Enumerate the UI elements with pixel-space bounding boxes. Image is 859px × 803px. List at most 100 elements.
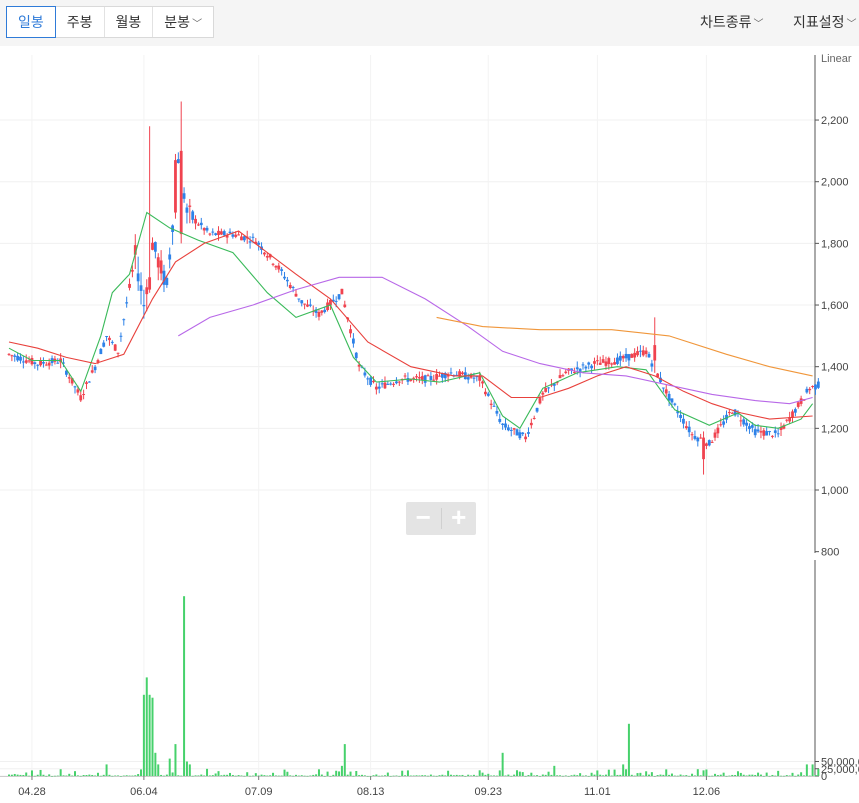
volume-bar: [754, 774, 757, 776]
chart-type-menu[interactable]: 차트종류 ﹀: [700, 12, 764, 32]
candle-body: [489, 403, 493, 405]
candle-body: [561, 375, 565, 377]
candle-body: [816, 381, 820, 388]
volume-bar: [527, 775, 530, 776]
candle-body: [102, 342, 106, 347]
volume-bar: [142, 694, 145, 776]
volume-bar: [151, 697, 154, 776]
candle-body: [317, 311, 321, 317]
volume-bar: [168, 758, 171, 776]
tab-monthly[interactable]: 월봉: [105, 7, 154, 37]
candle-body: [153, 242, 157, 252]
volume-bar: [648, 774, 651, 776]
candle-body: [593, 361, 596, 364]
indicator-settings-label: 지표설정: [793, 14, 845, 30]
volume-bar: [335, 770, 338, 776]
stock-chart[interactable]: Linear 2,200 2,000 1,800 1,600 1,400 1,200 1,0…: [0, 46, 859, 803]
indicator-settings-menu[interactable]: 지표설정 ﹀: [793, 12, 857, 32]
volume-bar: [665, 769, 668, 776]
zoom-out-button[interactable]: −: [406, 502, 441, 535]
tab-minute[interactable]: 분봉 ﹀: [153, 7, 213, 37]
candle-body: [377, 386, 381, 389]
candle-body: [291, 287, 295, 289]
volume-bar: [237, 775, 240, 776]
tab-weekly[interactable]: 주봉: [56, 7, 105, 37]
chevron-down-icon: ﹀: [846, 19, 857, 30]
candle-body: [27, 360, 31, 362]
candle-body: [627, 354, 631, 361]
zoom-in-button[interactable]: +: [441, 502, 476, 535]
candle-body: [521, 432, 525, 435]
volume-bar: [266, 775, 269, 777]
volume-bar: [117, 775, 120, 776]
candle-body: [639, 350, 642, 352]
volume-bar: [645, 771, 648, 776]
volume-bar: [742, 774, 745, 776]
candle-body: [47, 362, 51, 366]
volume-bar: [627, 723, 630, 776]
candle-body: [426, 375, 430, 377]
volume-bar: [688, 775, 691, 777]
volume-bar: [79, 775, 82, 777]
scale-mode-label[interactable]: Linear: [821, 53, 852, 65]
volume-bar: [326, 771, 329, 776]
candle-body: [423, 375, 427, 383]
volume-bar: [283, 769, 286, 776]
candle-body: [418, 377, 421, 379]
volume-bar: [56, 775, 59, 777]
candle-body: [633, 352, 637, 358]
volume-bar: [639, 772, 642, 776]
candle-body: [498, 418, 502, 422]
volume-bar: [94, 775, 97, 776]
candle-body: [641, 350, 645, 356]
candle-body: [87, 381, 91, 383]
candle-body: [673, 403, 677, 405]
volume-bar: [774, 775, 777, 777]
volume-bar: [656, 775, 659, 776]
volume-bar: [464, 775, 467, 777]
candle-body: [366, 378, 370, 380]
volume-bar: [378, 775, 381, 777]
candle-body: [24, 360, 28, 363]
volume-bar: [386, 772, 389, 776]
candle-body: [705, 443, 708, 446]
volume-bar: [472, 774, 475, 776]
tab-daily[interactable]: 일봉: [6, 6, 56, 38]
volume-bar: [716, 775, 719, 776]
volume-bar: [530, 772, 533, 776]
candle-body: [231, 234, 235, 237]
volume-bar: [785, 775, 788, 776]
candle-body: [722, 421, 726, 425]
candle-body: [395, 381, 398, 384]
volume-bar: [346, 774, 349, 776]
volume-bar: [28, 775, 31, 777]
candle-body: [727, 412, 731, 414]
ma60-line: [178, 276, 813, 405]
volume-bar: [725, 775, 728, 777]
candle-body: [306, 304, 309, 307]
date-tick-label: 09.23: [475, 786, 503, 798]
candle-body: [185, 207, 189, 213]
candle-body: [512, 428, 516, 430]
volume-bar: [343, 744, 346, 776]
candle-body: [56, 362, 60, 364]
candle-body: [13, 355, 17, 357]
candle-body: [702, 437, 705, 460]
candle-body: [529, 422, 533, 426]
candle-body: [285, 279, 289, 282]
candle-body: [44, 364, 48, 366]
volume-bar: [33, 775, 36, 777]
volume-bar: [604, 774, 607, 776]
candle-body: [151, 242, 154, 250]
volume-bar: [82, 775, 85, 776]
volume-bar: [99, 775, 102, 777]
volume-bar: [556, 775, 559, 776]
candle-body: [624, 353, 628, 359]
candle-body: [174, 160, 177, 213]
volume-bar: [762, 775, 765, 777]
candle-body: [495, 410, 499, 414]
candle-body: [647, 354, 651, 358]
candlesticks: [7, 101, 820, 475]
volume-bar: [398, 775, 401, 777]
candle-body: [438, 375, 441, 377]
